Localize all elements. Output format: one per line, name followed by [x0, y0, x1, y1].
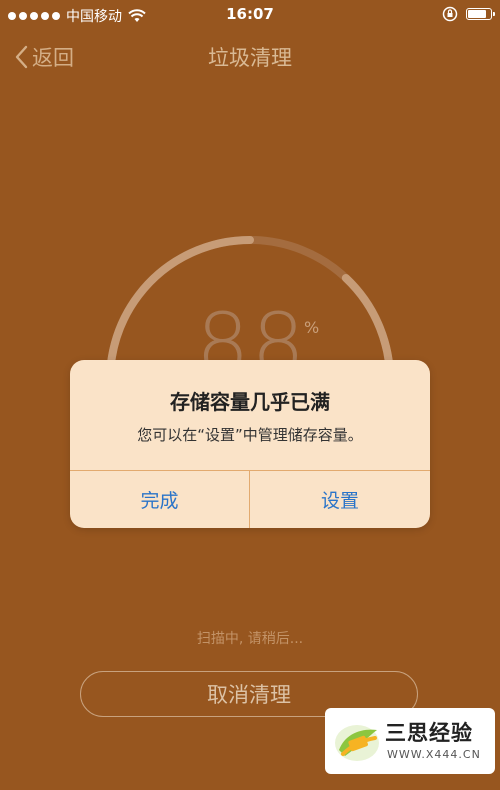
page-title: 垃圾清理 [208, 46, 292, 70]
orientation-lock-icon [442, 6, 458, 22]
status-bar: 中国移动 16:07 [0, 0, 500, 30]
dialog-title: 存储容量几乎已满 [170, 390, 330, 414]
progress-unit: % [304, 318, 320, 337]
status-time: 16:07 [226, 5, 274, 23]
battery-icon [466, 8, 495, 20]
storage-alert-dialog: 存储容量几乎已满 您可以在“设置”中管理储存容量。 完成 设置 [70, 360, 430, 528]
watermark-title: 三思经验 [385, 721, 473, 745]
status-right [442, 6, 495, 22]
scan-status: 扫描中, 请稍后... [196, 631, 304, 647]
site-logo-icon [335, 725, 379, 761]
done-button[interactable]: 完成 [70, 471, 249, 528]
nav-bar: 返回 垃圾清理 [0, 30, 500, 82]
watermark: 三思经验 WWW.X444.CN [325, 708, 495, 774]
settings-button[interactable]: 设置 [250, 471, 430, 528]
dialog-message: 您可以在“设置”中管理储存容量。 [137, 426, 363, 444]
watermark-url: WWW.X444.CN [387, 748, 481, 761]
